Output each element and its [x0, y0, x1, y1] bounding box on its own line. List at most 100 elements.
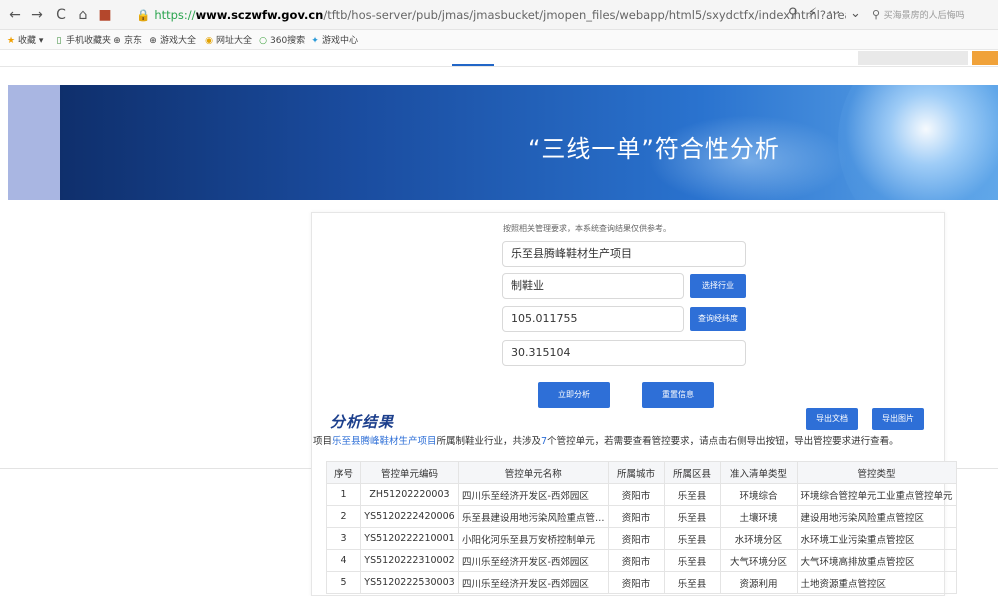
- table-cell: 乐至县: [663, 505, 721, 528]
- bookmark-jd[interactable]: ⊕ 京东: [112, 34, 142, 48]
- table-cell: 土地资源重点管控区: [796, 571, 957, 594]
- zoom-icon[interactable]: ⚲: [788, 6, 798, 21]
- browser-search-box[interactable]: ⚲ 买海景房的人后悔吗: [872, 5, 994, 25]
- phone-icon: ▯: [56, 36, 62, 46]
- divider: [0, 468, 311, 469]
- table-cell: YS5120222420006: [360, 505, 459, 528]
- header-action-button[interactable]: [972, 51, 998, 65]
- table-cell: 土壤环境: [719, 505, 798, 528]
- column-header: 所属城市: [607, 461, 665, 484]
- project-name-field[interactable]: 乐至县腾峰鞋材生产项目: [502, 241, 746, 267]
- table-cell: 乐至县: [663, 527, 721, 550]
- site-header: [0, 51, 998, 67]
- table-cell: 资阳市: [607, 527, 665, 550]
- table-cell: YS5120222530003: [360, 571, 459, 594]
- bookmark-favorites[interactable]: ★ 收藏 ▾: [6, 34, 43, 48]
- table-cell: 资阳市: [607, 549, 665, 572]
- industry-field[interactable]: 制鞋业: [502, 273, 684, 299]
- back-arrow-icon[interactable]: ←: [6, 6, 24, 24]
- lock-icon: 🔒: [136, 8, 151, 22]
- table-cell: 资阳市: [607, 571, 665, 594]
- table-cell: 大气环境分区: [719, 549, 798, 572]
- globe-icon: ⊕: [149, 36, 157, 46]
- page-title: “三线一单”符合性分析: [528, 135, 780, 163]
- table-cell: 资源利用: [719, 571, 798, 594]
- search-circle-icon: ○: [259, 36, 267, 46]
- forward-arrow-icon[interactable]: →: [28, 6, 46, 24]
- bookmark-bar: ★ 收藏 ▾ ▯ 手机收藏夹 ⊕ 京东 ⊕ 游戏大全 ◉ 网址大全 ○ 360搜索 ✦ 游戏中…: [0, 30, 998, 50]
- bookmark-game-center[interactable]: ✦ 游戏中心: [310, 34, 358, 48]
- globe-graphic: [838, 85, 998, 200]
- analyze-button[interactable]: 立即分析: [538, 382, 610, 408]
- table-row: 2 YS5120222420006 乐至县建设用地污染风险重点管… 资阳市 乐至…: [326, 505, 957, 528]
- column-header: 所属区县: [663, 461, 721, 484]
- site-shield-icon: ■: [98, 7, 112, 23]
- table-cell: 水环境工业污染重点管控区: [796, 527, 957, 550]
- table-cell: 乐至县: [663, 571, 721, 594]
- export-document-button[interactable]: 导出文档: [806, 408, 858, 430]
- table-cell: ZH51202220003: [360, 483, 459, 506]
- table-cell: 环境综合管控单元工业重点管控单元: [796, 483, 957, 506]
- lightning-icon[interactable]: ⚡: [808, 6, 817, 21]
- active-tab-indicator: [452, 64, 494, 66]
- result-table: 序号 管控单元编码 管控单元名称 所属城市 所属区县 准入清单类型 管控类型 1…: [326, 461, 957, 594]
- banner-left-strip: [8, 85, 60, 200]
- table-row: 4 YS5120222310002 四川乐至经济开发区-西郊园区 资阳市 乐至县…: [326, 549, 957, 572]
- browser-toolbar: ← → C ⌂ ■ 🔒 https://www.sczwfw.gov.cn/tft…: [0, 0, 998, 30]
- table-cell: 5: [326, 571, 361, 594]
- compass-icon: ◉: [205, 36, 213, 46]
- result-summary: 项目乐至县腾峰鞋材生产项目所属制鞋业行业，共涉及7个管控单元，若需要查看管控要求…: [313, 436, 899, 447]
- latitude-field[interactable]: 30.315104: [502, 340, 746, 366]
- search-icon: ⚲: [872, 8, 884, 21]
- table-cell: 资阳市: [607, 505, 665, 528]
- table-cell: 水环境分区: [719, 527, 798, 550]
- table-row: 3 YS5120222210001 小阳化河乐至县万安桥控制单元 资阳市 乐至县…: [326, 527, 957, 550]
- result-title: 分析结果: [330, 413, 395, 431]
- export-image-button[interactable]: 导出图片: [872, 408, 924, 430]
- table-cell: YS5120222310002: [360, 549, 459, 572]
- table-cell: 1: [326, 483, 361, 506]
- bookmark-360[interactable]: ○ 360搜索: [258, 34, 305, 48]
- table-row: 5 YS5120222530003 四川乐至经济开发区-西郊园区 资阳市 乐至县…: [326, 571, 957, 594]
- header-login-box[interactable]: [858, 51, 968, 65]
- table-cell: 四川乐至经济开发区-西郊园区: [458, 571, 609, 594]
- table-cell: 乐至县: [663, 549, 721, 572]
- table-cell: 2: [326, 505, 361, 528]
- table-cell: 环境综合: [719, 483, 798, 506]
- table-row: 1 ZH51202220003 四川乐至经济开发区-西郊园区 资阳市 乐至县 环…: [326, 483, 957, 506]
- column-header: 准入清单类型: [719, 461, 798, 484]
- globe-icon: ⊕: [113, 36, 121, 46]
- chevron-down-icon[interactable]: ⌄: [850, 6, 861, 21]
- column-header: 管控类型: [796, 461, 957, 484]
- table-cell: YS5120222210001: [360, 527, 459, 550]
- star-icon: ★: [6, 36, 16, 46]
- table-cell: 小阳化河乐至县万安桥控制单元: [458, 527, 609, 550]
- table-cell: 资阳市: [607, 483, 665, 506]
- address-bar[interactable]: 🔒 https://www.sczwfw.gov.cn/tftb/hos-serv…: [136, 4, 846, 26]
- table-cell: 大气环境高排放重点管控区: [796, 549, 957, 572]
- table-cell: 4: [326, 549, 361, 572]
- table-cell: 乐至县建设用地污染风险重点管…: [458, 505, 609, 528]
- bookmark-mobile[interactable]: ▯ 手机收藏夹: [54, 34, 112, 48]
- table-cell: 建设用地污染风险重点管控区: [796, 505, 957, 528]
- gamepad-icon: ✦: [311, 36, 319, 46]
- more-icon[interactable]: ···: [828, 6, 840, 21]
- column-header: 序号: [326, 461, 361, 484]
- reset-button[interactable]: 重置信息: [642, 382, 714, 408]
- table-header-row: 序号 管控单元编码 管控单元名称 所属城市 所属区县 准入清单类型 管控类型: [326, 461, 957, 484]
- table-cell: 四川乐至经济开发区-西郊园区: [458, 483, 609, 506]
- table-cell: 四川乐至经济开发区-西郊园区: [458, 549, 609, 572]
- column-header: 管控单元编码: [360, 461, 459, 484]
- table-cell: 乐至县: [663, 483, 721, 506]
- bookmark-games[interactable]: ⊕ 游戏大全: [148, 34, 196, 48]
- table-cell: 3: [326, 527, 361, 550]
- project-link[interactable]: 乐至县腾峰鞋材生产项目: [332, 436, 437, 447]
- notice-text: 按照相关管理要求，本系统查询结果仅供参考。: [503, 224, 671, 233]
- home-icon[interactable]: ⌂: [74, 6, 92, 24]
- column-header: 管控单元名称: [458, 461, 609, 484]
- longitude-field[interactable]: 105.011755: [502, 306, 684, 332]
- query-coordinates-button[interactable]: 查询经纬度: [690, 307, 746, 331]
- bookmark-sites[interactable]: ◉ 网址大全: [204, 34, 252, 48]
- select-industry-button[interactable]: 选择行业: [690, 274, 746, 298]
- refresh-icon[interactable]: C: [52, 6, 70, 24]
